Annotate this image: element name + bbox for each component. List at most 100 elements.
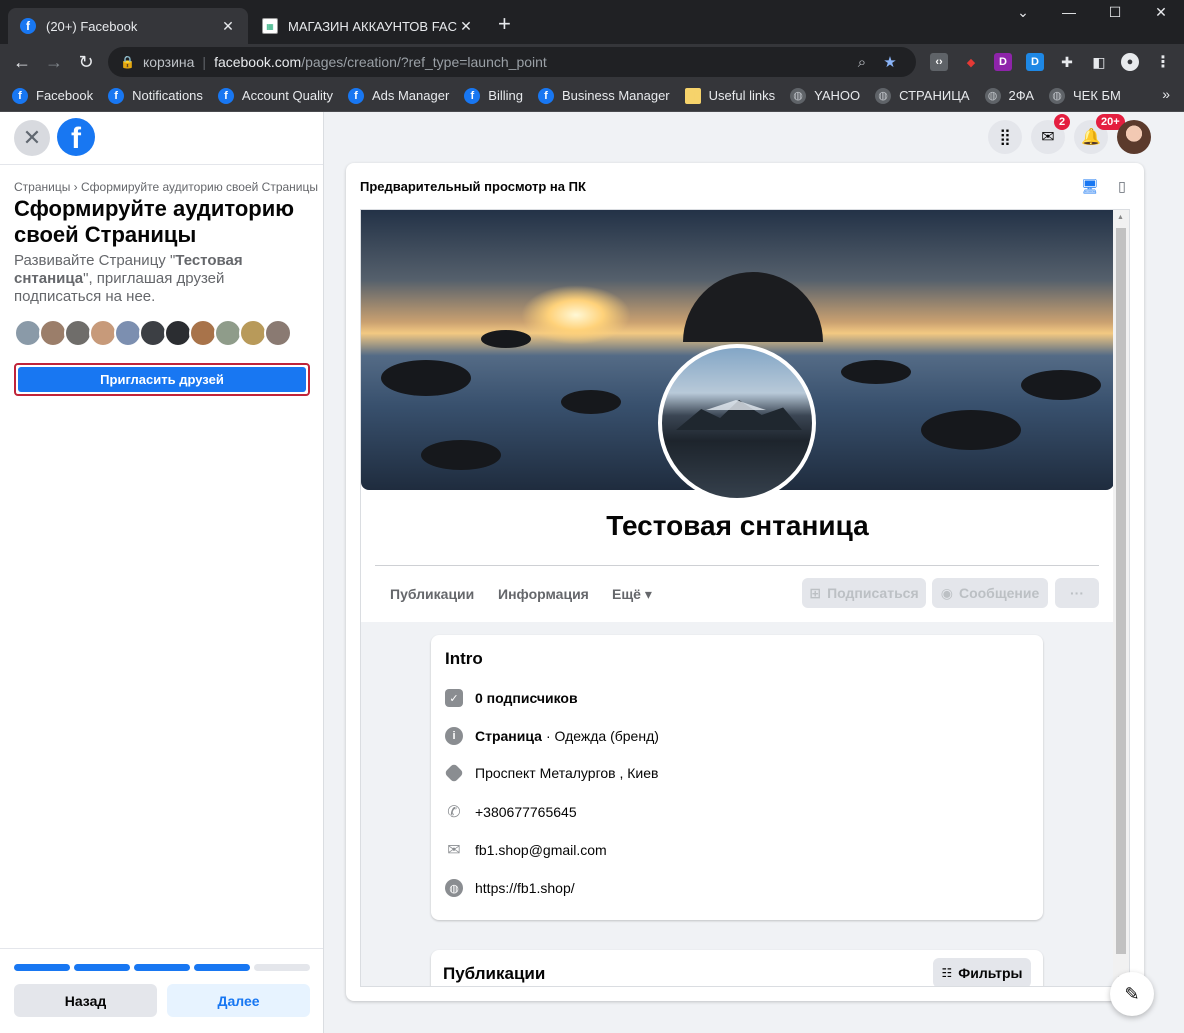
edit-icon: ✎: [1124, 983, 1140, 1004]
facebook-icon: f: [12, 87, 28, 104]
folder-icon: ▮: [684, 87, 701, 104]
rock: [921, 410, 1021, 450]
progress-step: [74, 964, 130, 971]
bookmark-page[interactable]: ◍ СТРАНИЦА: [875, 87, 970, 104]
message-button[interactable]: ◉ Сообщение: [932, 578, 1048, 608]
followers-row: ✓ 0 подписчиков: [445, 689, 582, 707]
bookmark-facebook[interactable]: f Facebook: [12, 87, 93, 104]
rock: [481, 330, 531, 348]
page-title: Сформируйте аудиторию своей Страницы: [14, 196, 295, 247]
back-button[interactable]: Назад: [14, 984, 157, 1017]
menu-grid-icon[interactable]: ⣿: [988, 120, 1022, 154]
follow-button[interactable]: ⊞ Подписаться: [802, 578, 926, 608]
extensions-puzzle-icon[interactable]: ✚: [1058, 53, 1076, 71]
blue-extension-icon[interactable]: D: [1026, 53, 1044, 71]
globe-icon: ◍: [445, 879, 463, 897]
bookmark-billing[interactable]: f Billing: [464, 87, 523, 104]
tab-posts[interactable]: Публикации: [390, 586, 474, 602]
bookmark-2fa[interactable]: ◍ 2ФА: [984, 87, 1034, 104]
close-icon[interactable]: ✕: [14, 120, 50, 156]
bookmark-account-quality[interactable]: f Account Quality: [217, 87, 333, 104]
invite-friends-button[interactable]: Пригласить друзей: [14, 363, 310, 396]
desktop-icon[interactable]: 🖥: [1079, 176, 1101, 196]
address-bar[interactable]: 🔒 корзина | facebook.com /pages/creation…: [108, 47, 916, 77]
minimize-icon[interactable]: —: [1054, 4, 1084, 20]
facebook-icon: f: [20, 18, 36, 34]
step-progress: [14, 964, 310, 972]
bookmark-yahoo[interactable]: ◍ YAHOO: [790, 87, 860, 104]
tab-title: (20+) Facebook: [46, 18, 138, 34]
facebook-logo-icon[interactable]: f: [57, 118, 95, 156]
intro-title: Intro: [445, 649, 483, 668]
rock: [381, 360, 471, 396]
tab-info[interactable]: Информация: [498, 586, 589, 602]
red-extension-icon[interactable]: ◆: [962, 53, 980, 71]
bookmarks-overflow-icon[interactable]: »: [1162, 86, 1170, 102]
globe-icon: ◍: [875, 87, 892, 104]
side-panel-icon[interactable]: ◧: [1090, 53, 1108, 71]
filters-button[interactable]: ☷ Фильтры: [933, 958, 1031, 986]
site-chip: корзина: [142, 54, 195, 70]
tab-shop[interactable]: ▦ МАГАЗИН АККАУНТОВ FACEBOOK ✕: [250, 8, 486, 44]
bookmark-business-manager[interactable]: f Business Manager: [537, 87, 670, 104]
browser-tab-bar: f (20+) Facebook ✕ ▦ МАГАЗИН АККАУНТОВ F…: [0, 0, 1184, 44]
zoom-icon[interactable]: ⌕: [848, 54, 876, 71]
bookmark-check-bm[interactable]: ◍ ЧЕК БМ: [1049, 87, 1121, 104]
mail-icon: ✉: [447, 842, 461, 859]
back-arrow-icon[interactable]: ←: [10, 50, 34, 74]
rock: [1021, 370, 1101, 400]
new-tab-icon[interactable]: +: [498, 12, 511, 36]
close-icon[interactable]: ✕: [458, 18, 474, 35]
tab-facebook[interactable]: f (20+) Facebook ✕: [8, 8, 248, 44]
posts-card: Публикации ☷ Фильтры: [431, 950, 1043, 986]
mobile-icon[interactable]: ▯: [1111, 176, 1133, 196]
bookmark-ads-manager[interactable]: f Ads Manager: [347, 87, 449, 104]
facebook-icon: f: [217, 87, 234, 104]
scrollbar[interactable]: ▲ ▼: [1113, 210, 1129, 986]
bookmark-notifications[interactable]: f Notifications: [108, 87, 203, 104]
page-header: Тестовая снтаница Публикации Информация …: [361, 210, 1114, 622]
description: Развивайте Страницу "Тестовая снтаница",…: [14, 252, 243, 305]
code-extension-icon[interactable]: ‹›: [930, 53, 948, 71]
progress-step: [14, 964, 70, 971]
tab-title: МАГАЗИН АККАУНТОВ FACEBOOK: [288, 18, 458, 34]
divider: [0, 948, 323, 949]
snow-peak: [706, 400, 766, 410]
menu-dots-icon[interactable]: ⋮: [1154, 53, 1172, 71]
maximize-icon[interactable]: ☐: [1100, 4, 1130, 21]
messenger-badge: 2: [1054, 114, 1071, 130]
close-icon[interactable]: ✕: [220, 18, 236, 35]
check-icon: ✓: [445, 689, 463, 707]
progress-step: [254, 964, 310, 971]
avatar: [139, 319, 167, 347]
globe-icon: ◍: [984, 87, 1001, 104]
divider: [375, 565, 1099, 566]
progress-step: [134, 964, 190, 971]
lock-icon: 🔒: [120, 55, 135, 69]
tab-search-icon[interactable]: ⌄: [1008, 4, 1038, 21]
profile-icon[interactable]: ●: [1121, 53, 1139, 71]
forward-arrow-icon[interactable]: →: [42, 50, 66, 74]
tab-more[interactable]: Ещё ▾: [612, 586, 652, 603]
compose-edit-button[interactable]: ✎: [1110, 972, 1154, 1016]
divider: [0, 164, 323, 165]
url-host: facebook.com: [214, 54, 302, 70]
purple-extension-icon[interactable]: D: [994, 53, 1012, 71]
rock: [421, 440, 501, 470]
window-close-icon[interactable]: ✕: [1146, 4, 1176, 21]
bookmark-star-icon[interactable]: ★: [876, 53, 904, 71]
avatar[interactable]: [1117, 120, 1151, 154]
scroll-thumb[interactable]: [1116, 228, 1126, 954]
more-button[interactable]: ···: [1055, 578, 1099, 608]
bookmark-useful-links[interactable]: ▮ Useful links: [684, 87, 775, 104]
avatar: [214, 319, 242, 347]
avatar: [14, 319, 42, 347]
scroll-up-icon[interactable]: ▲: [1117, 214, 1124, 221]
website-row: ◍ https://fb1.shop/: [445, 879, 575, 897]
profile-picture[interactable]: [658, 344, 816, 502]
avatar: [239, 319, 267, 347]
next-button[interactable]: Далее: [167, 984, 310, 1017]
reload-icon[interactable]: ↻: [74, 50, 98, 74]
progress-step: [194, 964, 250, 971]
avatar: [89, 319, 117, 347]
